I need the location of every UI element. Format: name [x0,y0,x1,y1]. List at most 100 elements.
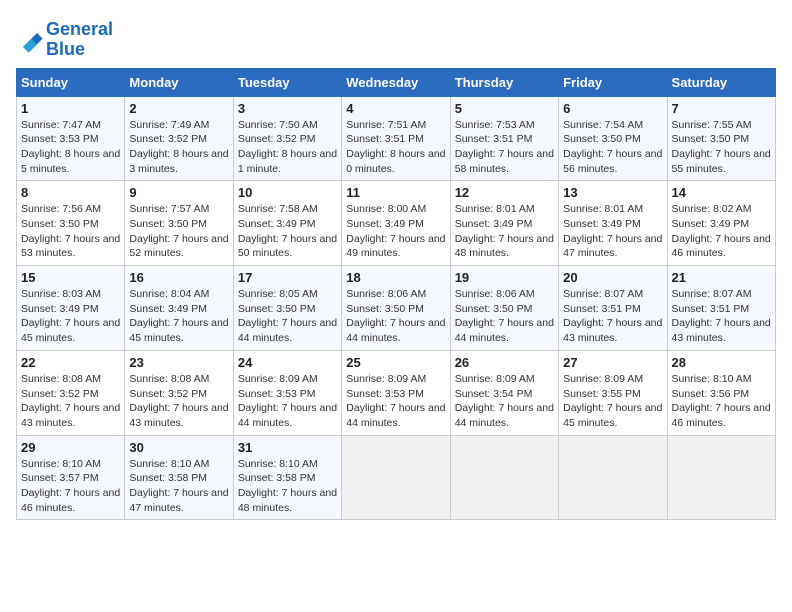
day-detail: Sunrise: 7:50 AM Sunset: 3:52 PM Dayligh… [238,118,337,177]
sunset-label: Sunset: 3:52 PM [238,133,316,145]
calendar-cell: 21 Sunrise: 8:07 AM Sunset: 3:51 PM Dayl… [667,266,775,351]
sunset-label: Sunset: 3:51 PM [346,133,424,145]
day-number: 6 [563,101,662,116]
day-number: 24 [238,355,337,370]
day-number: 2 [129,101,228,116]
day-number: 22 [21,355,120,370]
day-number: 25 [346,355,445,370]
day-detail: Sunrise: 8:09 AM Sunset: 3:53 PM Dayligh… [346,372,445,431]
sunrise-label: Sunrise: 8:03 AM [21,288,101,300]
sunrise-label: Sunrise: 7:53 AM [455,119,535,131]
sunset-label: Sunset: 3:50 PM [563,133,641,145]
day-detail: Sunrise: 7:58 AM Sunset: 3:49 PM Dayligh… [238,202,337,261]
daylight-label: Daylight: 7 hours and 44 minutes. [346,402,445,429]
sunrise-label: Sunrise: 8:07 AM [672,288,752,300]
day-detail: Sunrise: 8:05 AM Sunset: 3:50 PM Dayligh… [238,287,337,346]
day-header-saturday: Saturday [667,68,775,96]
day-detail: Sunrise: 8:10 AM Sunset: 3:56 PM Dayligh… [672,372,771,431]
sunrise-label: Sunrise: 8:09 AM [238,373,318,385]
daylight-label: Daylight: 8 hours and 0 minutes. [346,148,445,175]
calendar-cell: 3 Sunrise: 7:50 AM Sunset: 3:52 PM Dayli… [233,96,341,181]
day-number: 30 [129,440,228,455]
day-detail: Sunrise: 7:54 AM Sunset: 3:50 PM Dayligh… [563,118,662,177]
daylight-label: Daylight: 7 hours and 46 minutes. [672,402,771,429]
calendar-cell: 14 Sunrise: 8:02 AM Sunset: 3:49 PM Dayl… [667,181,775,266]
page-header: General Blue [16,16,776,60]
sunset-label: Sunset: 3:52 PM [129,133,207,145]
week-row: 29 Sunrise: 8:10 AM Sunset: 3:57 PM Dayl… [17,435,776,520]
sunrise-label: Sunrise: 8:10 AM [21,458,101,470]
daylight-label: Daylight: 7 hours and 47 minutes. [129,487,228,514]
day-number: 10 [238,185,337,200]
calendar-cell: 6 Sunrise: 7:54 AM Sunset: 3:50 PM Dayli… [559,96,667,181]
sunset-label: Sunset: 3:53 PM [238,388,316,400]
sunset-label: Sunset: 3:52 PM [21,388,99,400]
logo-icon [16,26,44,54]
sunrise-label: Sunrise: 7:54 AM [563,119,643,131]
calendar-cell: 9 Sunrise: 7:57 AM Sunset: 3:50 PM Dayli… [125,181,233,266]
day-detail: Sunrise: 8:08 AM Sunset: 3:52 PM Dayligh… [129,372,228,431]
sunset-label: Sunset: 3:50 PM [238,303,316,315]
day-number: 20 [563,270,662,285]
day-detail: Sunrise: 8:07 AM Sunset: 3:51 PM Dayligh… [672,287,771,346]
day-number: 13 [563,185,662,200]
day-detail: Sunrise: 7:51 AM Sunset: 3:51 PM Dayligh… [346,118,445,177]
daylight-label: Daylight: 8 hours and 5 minutes. [21,148,120,175]
daylight-label: Daylight: 7 hours and 45 minutes. [563,402,662,429]
daylight-label: Daylight: 7 hours and 53 minutes. [21,233,120,260]
sunrise-label: Sunrise: 8:00 AM [346,203,426,215]
sunrise-label: Sunrise: 7:50 AM [238,119,318,131]
day-detail: Sunrise: 8:01 AM Sunset: 3:49 PM Dayligh… [563,202,662,261]
calendar-cell: 1 Sunrise: 7:47 AM Sunset: 3:53 PM Dayli… [17,96,125,181]
sunset-label: Sunset: 3:49 PM [21,303,99,315]
daylight-label: Daylight: 7 hours and 44 minutes. [455,402,554,429]
calendar-cell: 31 Sunrise: 8:10 AM Sunset: 3:58 PM Dayl… [233,435,341,520]
sunset-label: Sunset: 3:49 PM [672,218,750,230]
sunrise-label: Sunrise: 8:09 AM [563,373,643,385]
sunrise-label: Sunrise: 8:08 AM [129,373,209,385]
calendar-cell: 4 Sunrise: 7:51 AM Sunset: 3:51 PM Dayli… [342,96,450,181]
day-detail: Sunrise: 8:09 AM Sunset: 3:54 PM Dayligh… [455,372,554,431]
calendar-cell [667,435,775,520]
sunset-label: Sunset: 3:49 PM [129,303,207,315]
calendar-cell: 25 Sunrise: 8:09 AM Sunset: 3:53 PM Dayl… [342,350,450,435]
daylight-label: Daylight: 7 hours and 50 minutes. [238,233,337,260]
week-row: 1 Sunrise: 7:47 AM Sunset: 3:53 PM Dayli… [17,96,776,181]
day-number: 15 [21,270,120,285]
sunset-label: Sunset: 3:49 PM [238,218,316,230]
sunrise-label: Sunrise: 8:01 AM [455,203,535,215]
sunset-label: Sunset: 3:50 PM [455,303,533,315]
calendar-table: SundayMondayTuesdayWednesdayThursdayFrid… [16,68,776,521]
day-number: 12 [455,185,554,200]
sunrise-label: Sunrise: 8:10 AM [672,373,752,385]
calendar-cell: 23 Sunrise: 8:08 AM Sunset: 3:52 PM Dayl… [125,350,233,435]
day-number: 21 [672,270,771,285]
day-detail: Sunrise: 8:03 AM Sunset: 3:49 PM Dayligh… [21,287,120,346]
day-number: 1 [21,101,120,116]
day-detail: Sunrise: 8:02 AM Sunset: 3:49 PM Dayligh… [672,202,771,261]
sunrise-label: Sunrise: 8:07 AM [563,288,643,300]
day-number: 3 [238,101,337,116]
day-detail: Sunrise: 7:55 AM Sunset: 3:50 PM Dayligh… [672,118,771,177]
sunrise-label: Sunrise: 8:10 AM [238,458,318,470]
calendar-cell: 13 Sunrise: 8:01 AM Sunset: 3:49 PM Dayl… [559,181,667,266]
sunrise-label: Sunrise: 7:55 AM [672,119,752,131]
day-number: 11 [346,185,445,200]
calendar-cell: 20 Sunrise: 8:07 AM Sunset: 3:51 PM Dayl… [559,266,667,351]
sunset-label: Sunset: 3:49 PM [346,218,424,230]
daylight-label: Daylight: 7 hours and 43 minutes. [129,402,228,429]
day-detail: Sunrise: 8:01 AM Sunset: 3:49 PM Dayligh… [455,202,554,261]
calendar-cell: 29 Sunrise: 8:10 AM Sunset: 3:57 PM Dayl… [17,435,125,520]
sunrise-label: Sunrise: 7:51 AM [346,119,426,131]
day-number: 4 [346,101,445,116]
day-detail: Sunrise: 8:10 AM Sunset: 3:58 PM Dayligh… [238,457,337,516]
sunset-label: Sunset: 3:49 PM [563,218,641,230]
day-number: 26 [455,355,554,370]
sunset-label: Sunset: 3:50 PM [346,303,424,315]
day-number: 18 [346,270,445,285]
calendar-cell: 19 Sunrise: 8:06 AM Sunset: 3:50 PM Dayl… [450,266,558,351]
daylight-label: Daylight: 7 hours and 52 minutes. [129,233,228,260]
day-detail: Sunrise: 8:08 AM Sunset: 3:52 PM Dayligh… [21,372,120,431]
calendar-cell: 28 Sunrise: 8:10 AM Sunset: 3:56 PM Dayl… [667,350,775,435]
day-detail: Sunrise: 7:47 AM Sunset: 3:53 PM Dayligh… [21,118,120,177]
